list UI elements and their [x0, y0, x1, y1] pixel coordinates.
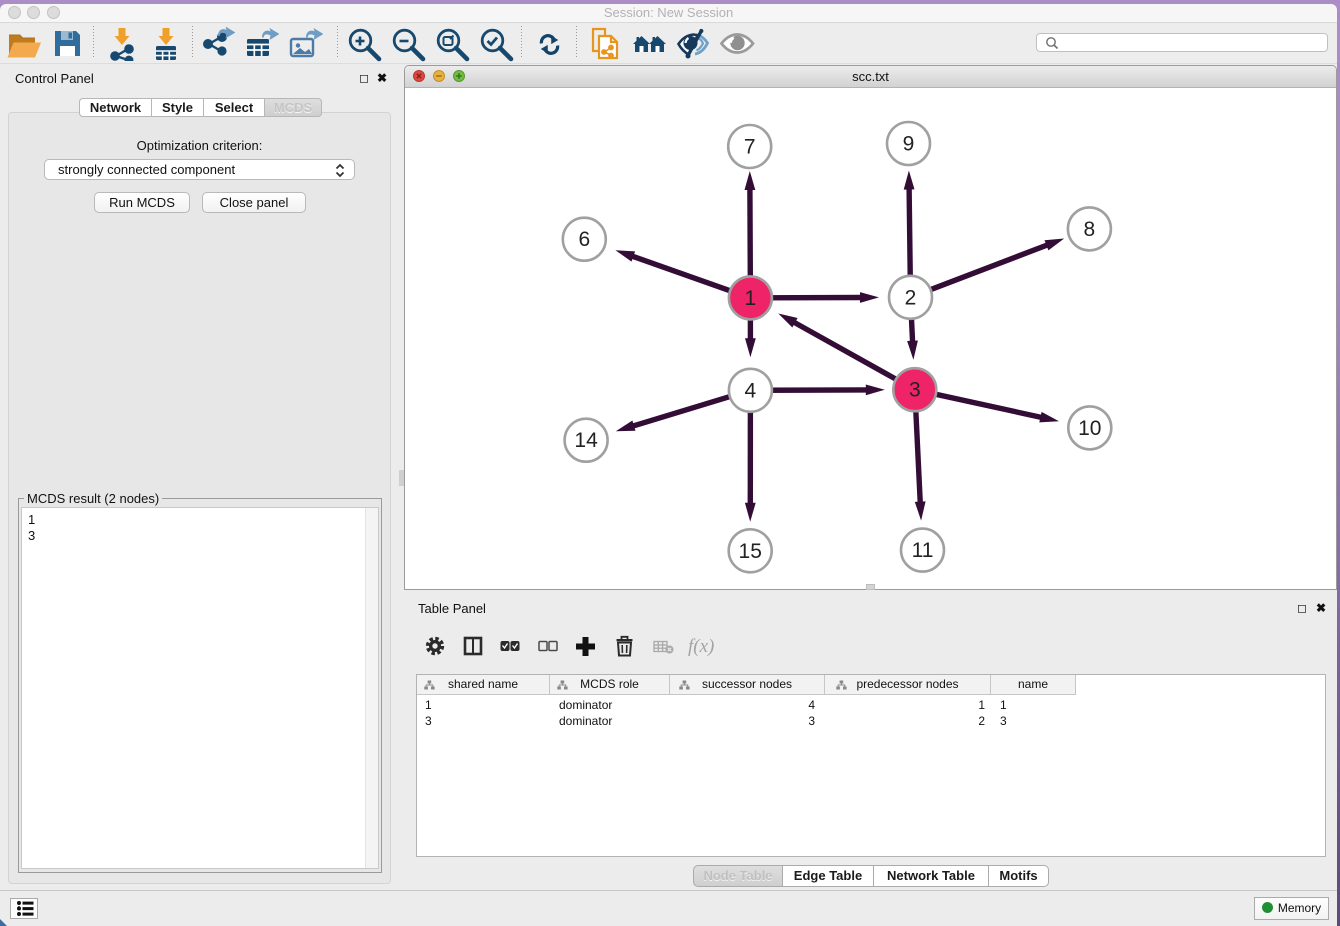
svg-text:9: 9: [903, 133, 915, 156]
svg-text:7: 7: [744, 136, 756, 159]
svg-text:11: 11: [912, 539, 934, 562]
svg-text:3: 3: [909, 379, 921, 402]
svg-text:14: 14: [574, 429, 598, 452]
svg-text:10: 10: [1078, 417, 1101, 440]
svg-text:8: 8: [1084, 218, 1096, 241]
svg-text:4: 4: [745, 379, 757, 402]
svg-text:15: 15: [739, 540, 762, 563]
svg-text:1: 1: [745, 287, 757, 310]
svg-text:6: 6: [578, 228, 590, 251]
svg-text:2: 2: [905, 286, 917, 309]
